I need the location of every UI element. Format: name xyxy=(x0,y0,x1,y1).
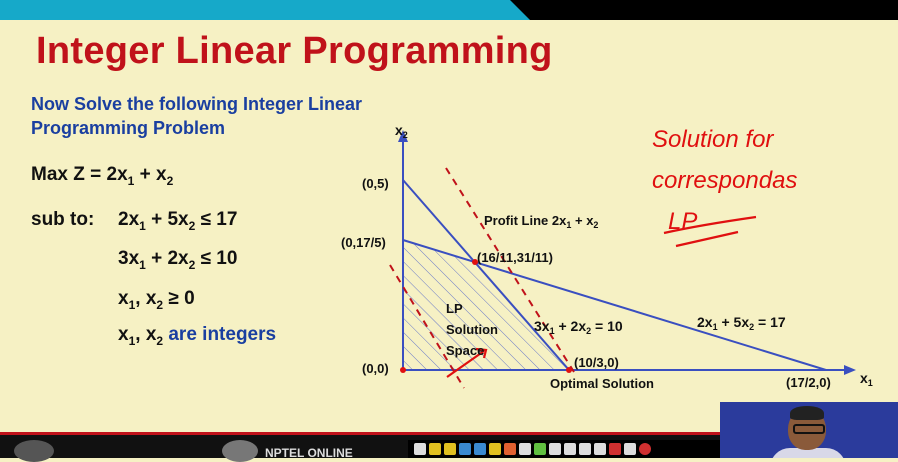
cursor-tool-icon[interactable] xyxy=(414,443,426,455)
lp-label-3: Space xyxy=(446,343,484,358)
stop-icon[interactable] xyxy=(639,443,651,455)
handwritten-line-2: correspondas xyxy=(652,167,797,194)
pen-blue-icon[interactable] xyxy=(459,443,471,455)
shape-tool-icon[interactable] xyxy=(474,443,486,455)
label-17-2-0: (17/2,0) xyxy=(786,375,831,390)
presenter-video xyxy=(720,402,898,458)
image-tool-icon[interactable] xyxy=(609,443,621,455)
optimal-solution-label: Optimal Solution xyxy=(550,376,654,391)
label-0-17-5: (0,17/5) xyxy=(341,235,386,250)
institute-logo xyxy=(14,440,54,462)
nptel-logo xyxy=(222,440,258,462)
y-axis-label: x2 xyxy=(395,122,408,140)
red-pen-icon[interactable] xyxy=(504,443,516,455)
handwritten-line-1: Solution for xyxy=(652,126,774,153)
select-tool-icon[interactable] xyxy=(624,443,636,455)
undo-tool-icon[interactable] xyxy=(594,443,606,455)
rectangle-tool-icon[interactable] xyxy=(564,443,576,455)
presenter-glasses xyxy=(793,424,825,434)
highlighter-tool-icon[interactable] xyxy=(444,443,456,455)
green-pen-icon[interactable] xyxy=(534,443,546,455)
presenter-hair xyxy=(790,406,824,420)
equation-2x1-5x2: 2x1 + 5x2 = 17 xyxy=(697,314,786,332)
equation-3x1-2x2: 3x1 + 2x2 = 10 xyxy=(534,318,623,336)
annotation-toolbar[interactable] xyxy=(408,440,720,458)
x-axis-label: x1 xyxy=(860,370,873,388)
eraser-tool-icon[interactable] xyxy=(519,443,531,455)
label-0-0: (0,0) xyxy=(362,361,389,376)
lp-label-2: Solution xyxy=(446,322,498,337)
lp-graph: x2 x1 (0,5) (0,17/5) (0,0) (16/11,31/11)… xyxy=(341,122,873,391)
x-axis-arrow xyxy=(844,365,856,375)
line-tool-icon[interactable] xyxy=(549,443,561,455)
point-optimal xyxy=(566,367,572,373)
label-10-3-0: (10/3,0) xyxy=(574,355,619,370)
profit-line-label: Profit Line 2x1 + x2 xyxy=(484,213,598,230)
lp-label-1: LP xyxy=(446,301,463,316)
pen-tool-icon[interactable] xyxy=(429,443,441,455)
text-tool-icon[interactable] xyxy=(579,443,591,455)
label-intersection: (16/11,31/11) xyxy=(477,250,553,265)
point-origin xyxy=(400,367,406,373)
label-0-5: (0,5) xyxy=(362,176,389,191)
marker-tool-icon[interactable] xyxy=(489,443,501,455)
